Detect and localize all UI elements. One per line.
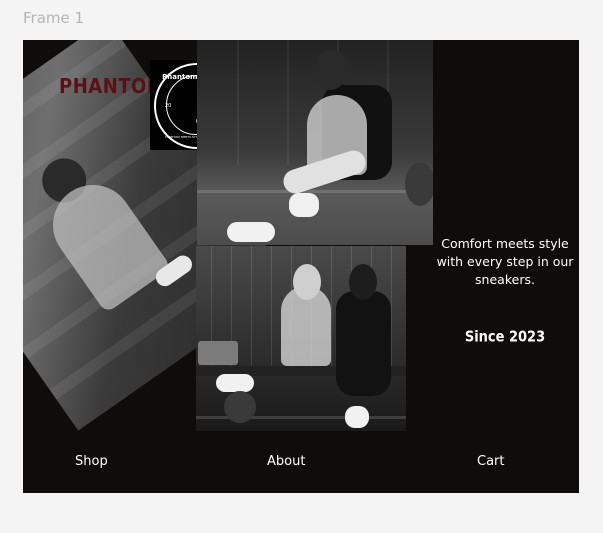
hero-photo-bottom bbox=[196, 246, 406, 431]
since-label: Since 2023 bbox=[464, 328, 546, 347]
tagline: Comfort meets style with every step in o… bbox=[436, 236, 574, 287]
landing-frame: PHANTOM Phantom Trainers 20 23 COMFORT M… bbox=[23, 40, 579, 493]
frame-label: Frame 1 bbox=[23, 9, 85, 27]
nav-cart[interactable]: Cart bbox=[477, 454, 505, 469]
nav-shop[interactable]: Shop bbox=[75, 454, 108, 469]
hero-photo-top bbox=[197, 40, 433, 245]
nav-about[interactable]: About bbox=[267, 454, 305, 469]
